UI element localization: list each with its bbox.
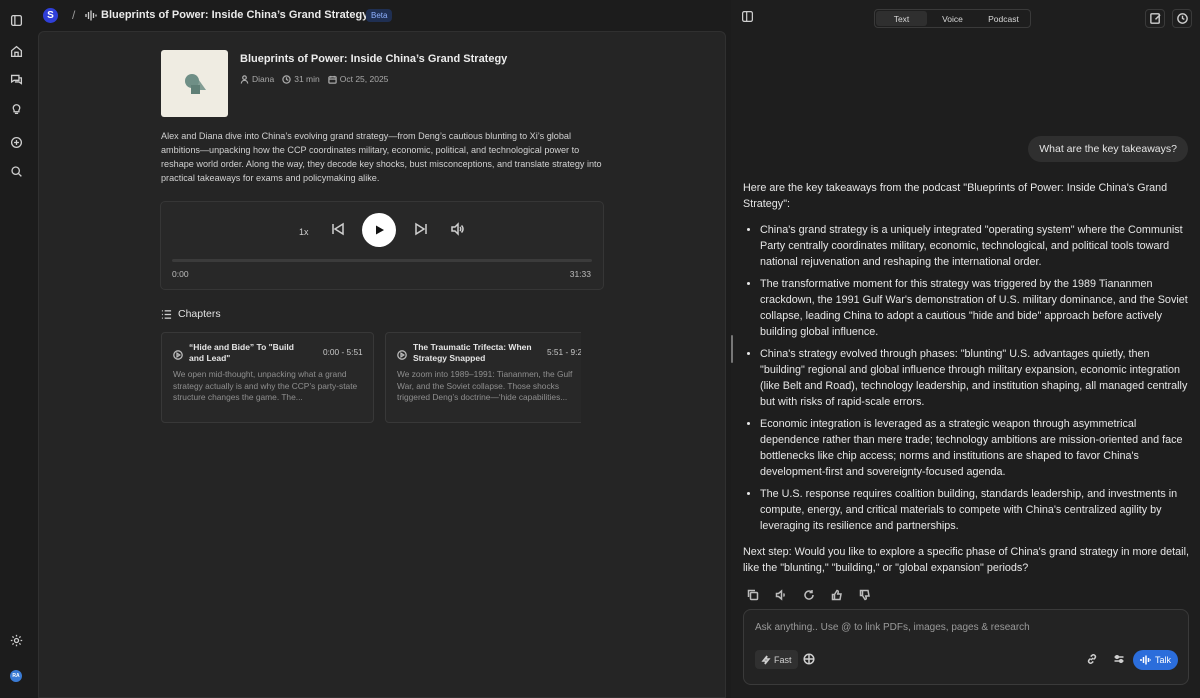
podcast-title: Blueprints of Power: Inside China’s Gran… — [240, 53, 508, 65]
breadcrumb-separator: / — [72, 8, 76, 22]
progress-track[interactable] — [172, 259, 592, 262]
list-item: The U.S. response requires coalition bui… — [760, 486, 1191, 534]
fast-mode-button[interactable]: Fast — [755, 650, 798, 669]
history-icon[interactable] — [1172, 9, 1192, 28]
list-item: China's grand strategy is a uniquely int… — [760, 222, 1191, 270]
thumbs-down-icon[interactable] — [859, 589, 872, 602]
chapter-card[interactable]: “Hide and Bide” To "Build and Lead" 0:00… — [161, 332, 374, 423]
total-time: 31:33 — [569, 269, 591, 279]
chat-composer: Fast Talk — [743, 609, 1189, 685]
skip-forward-icon[interactable] — [414, 222, 428, 236]
audio-wave-icon — [85, 10, 97, 21]
page-title: Blueprints of Power: Inside China’s Gran… — [101, 9, 369, 21]
avatar[interactable]: RA — [10, 670, 22, 682]
calendar-icon — [328, 75, 337, 84]
podcast-cover — [161, 50, 228, 117]
beta-badge: Beta — [366, 9, 393, 22]
current-time: 0:00 — [172, 269, 189, 279]
chapter-title: “Hide and Bide” To "Build and Lead" — [189, 342, 294, 363]
podcast-description: Alex and Diana dive into China’s evolvin… — [161, 131, 602, 183]
answer-outro: Next step: Would you like to explore a s… — [743, 546, 1189, 574]
resize-handle[interactable] — [731, 335, 733, 363]
link-icon[interactable] — [1085, 652, 1099, 666]
tab-podcast[interactable]: Podcast — [978, 11, 1029, 26]
speaker-icon[interactable] — [775, 589, 788, 602]
thumbs-up-icon[interactable] — [831, 589, 844, 602]
clock-icon — [282, 74, 291, 84]
fast-label: Fast — [774, 654, 792, 665]
chapters-label: Chapters — [178, 308, 221, 320]
podcast-meta: Diana 31 min Oct 25, 2025 — [240, 74, 396, 84]
podcast-panel: Blueprints of Power: Inside China’s Gran… — [38, 31, 726, 698]
search-icon[interactable] — [8, 163, 24, 179]
edit-icon[interactable] — [1145, 9, 1165, 28]
top-bar: S / Blueprints of Power: Inside China’s … — [32, 0, 726, 32]
play-button[interactable] — [362, 213, 396, 247]
plus-circle-icon[interactable] — [8, 134, 24, 150]
tab-voice[interactable]: Voice — [927, 11, 978, 26]
assistant-message: Here are the key takeaways from the podc… — [743, 180, 1191, 576]
list-item: China's strategy evolved through phases:… — [760, 346, 1191, 410]
chapter-time: 0:00 - 5:51 — [323, 347, 363, 357]
copy-icon[interactable] — [747, 589, 760, 602]
chapters-heading: Chapters — [161, 308, 221, 320]
chapters-carousel: “Hide and Bide” To "Build and Lead" 0:00… — [161, 332, 581, 424]
sidebar-toggle-icon[interactable] — [8, 12, 24, 28]
regenerate-icon[interactable] — [803, 589, 816, 602]
shapes-icon — [185, 74, 206, 94]
chapter-summary: We zoom into 1989–1991: Tiananmen, the G… — [397, 369, 573, 402]
list-item: Economic integration is leveraged as a s… — [760, 416, 1191, 480]
podcast-date: Oct 25, 2025 — [339, 74, 389, 84]
chat-panel: Text Voice Podcast What are the key take… — [731, 0, 1200, 698]
left-sidebar: RA — [0, 0, 32, 698]
chapter-summary: We open mid-thought, unpacking what a gr… — [173, 369, 358, 402]
user-icon — [240, 74, 249, 84]
list-item: The transformative moment for this strat… — [760, 276, 1191, 340]
talk-button[interactable]: Talk — [1132, 650, 1178, 670]
audio-player: 1x 0:00 31:33 — [160, 201, 604, 290]
play-circle-icon[interactable] — [173, 347, 183, 360]
audio-wave-icon — [1140, 655, 1151, 665]
sliders-icon[interactable] — [1112, 652, 1126, 666]
user-message: What are the key takeaways? — [1028, 136, 1188, 162]
answer-intro: Here are the key takeaways from the podc… — [743, 182, 1168, 210]
lightbulb-icon[interactable] — [8, 100, 24, 116]
talk-label: Talk — [1154, 655, 1171, 665]
speed-button[interactable]: 1x — [299, 227, 309, 237]
chapter-time: 5:51 - 9:2 — [547, 347, 581, 357]
play-circle-icon[interactable] — [397, 347, 407, 360]
podcast-author: Diana — [252, 74, 275, 84]
lightning-icon — [761, 655, 771, 664]
panel-toggle-icon[interactable] — [741, 10, 757, 26]
chapter-card[interactable]: The Traumatic Trifecta: When Strategy Sn… — [385, 332, 581, 423]
chat-input[interactable] — [755, 619, 1175, 635]
globe-icon[interactable] — [802, 652, 816, 666]
volume-icon[interactable] — [450, 222, 464, 236]
play-icon — [376, 225, 384, 235]
list-icon — [161, 309, 172, 319]
mode-switcher: Text Voice Podcast — [874, 9, 1031, 28]
podcast-duration: 31 min — [294, 74, 320, 84]
tab-text[interactable]: Text — [876, 11, 927, 26]
settings-icon[interactable] — [8, 632, 24, 648]
home-icon[interactable] — [8, 43, 24, 59]
skip-back-icon[interactable] — [331, 222, 345, 236]
app-logo[interactable]: S — [43, 8, 58, 23]
chapter-title: The Traumatic Trifecta: When Strategy Sn… — [413, 342, 532, 363]
takeaways-list: China's grand strategy is a uniquely int… — [760, 222, 1191, 534]
chat-icon[interactable] — [8, 71, 24, 87]
message-actions — [747, 589, 872, 602]
